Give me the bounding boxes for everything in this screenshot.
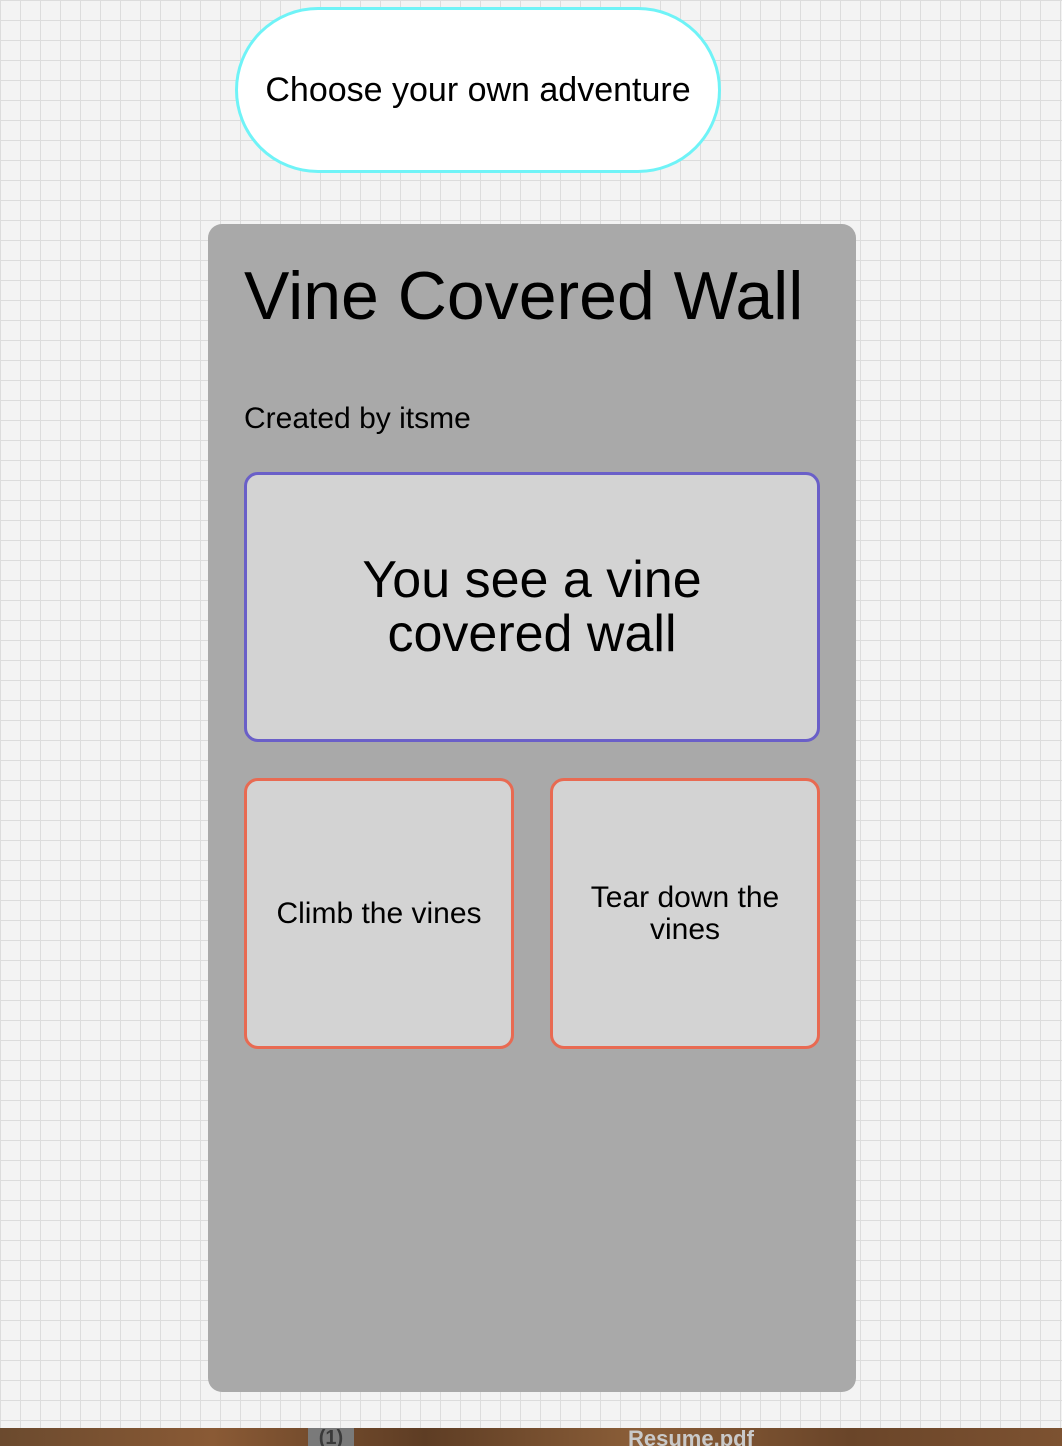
scene-title: Vine Covered Wall	[244, 258, 804, 334]
scene-panel: Vine Covered Wall Created by itsme You s…	[208, 224, 856, 1392]
choice-label: Climb the vines	[276, 896, 482, 930]
dock-badge[interactable]: (1)	[308, 1428, 354, 1446]
choice-button-tear-down[interactable]: Tear down the vines	[550, 778, 820, 1049]
scene-prompt-box: You see a vine covered wall	[244, 472, 820, 742]
app-title-banner: Choose your own adventure	[235, 7, 721, 173]
dock-file-label[interactable]: Resume.pdf	[628, 1428, 754, 1446]
taskbar-strip: (1) Resume.pdf	[0, 1428, 1062, 1446]
choice-label: Tear down the vines	[590, 880, 780, 946]
app-title: Choose your own adventure	[265, 70, 691, 109]
scene-author: Created by itsme	[244, 402, 471, 435]
scene-prompt-text: You see a vine covered wall	[362, 551, 702, 663]
choice-button-climb[interactable]: Climb the vines	[244, 778, 514, 1049]
